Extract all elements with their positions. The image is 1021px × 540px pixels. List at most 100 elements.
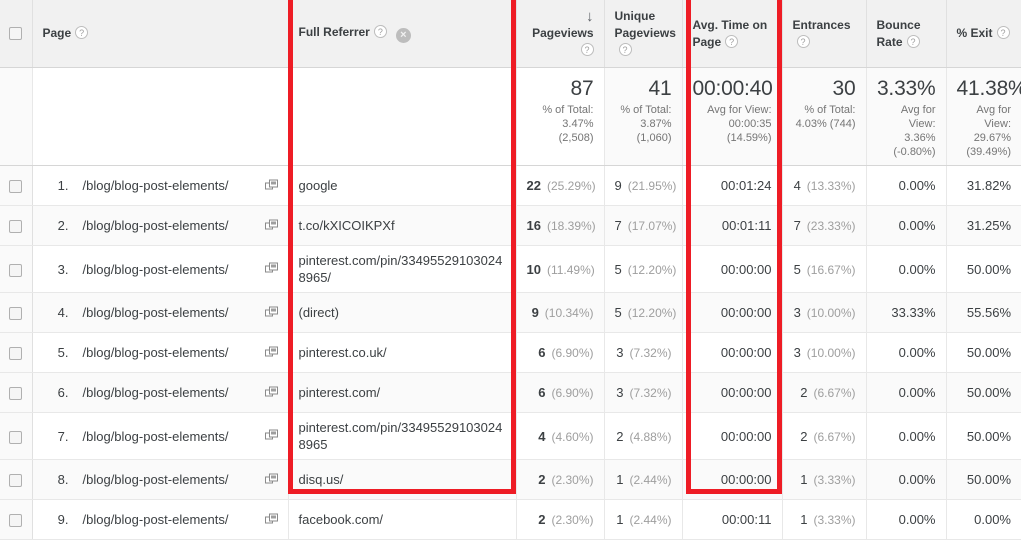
table-row[interactable]: 6. /blog/blog-post-elements/pinterest.com… [0, 372, 1021, 413]
cell-unique-pageviews: 5 (12.20%) [604, 245, 683, 293]
help-icon-full-referrer[interactable]: ? [373, 25, 387, 38]
page-path-link[interactable]: /blog/blog-post-elements/ [83, 512, 229, 527]
table-row[interactable]: 8. /blog/blog-post-elements/disq.us/2 (2.3… [0, 459, 1021, 500]
cell-page: 2. /blog/blog-post-elements/ [32, 205, 289, 246]
open-in-new-window-icon[interactable] [264, 219, 278, 232]
page-path-link[interactable]: /blog/blog-post-elements/ [83, 472, 229, 487]
row-select-cell[interactable] [0, 292, 33, 333]
row-checkbox[interactable] [9, 307, 23, 321]
help-icon-entrances[interactable]: ? [796, 34, 810, 48]
help-icon-unique-pageviews[interactable]: ? [618, 43, 632, 56]
column-header-page[interactable]: Page? [32, 0, 289, 68]
help-icon-bounce-rate[interactable]: ? [906, 34, 920, 48]
help-icon-exit-pct[interactable]: ? [996, 26, 1010, 39]
cell-avg-time-on-page: 00:00:11 [682, 499, 783, 540]
column-header-avg-time-on-page[interactable]: Avg. Time on Page? [682, 0, 783, 68]
page-path-link[interactable]: /blog/blog-post-elements/ [83, 218, 229, 233]
row-checkbox[interactable] [9, 220, 23, 234]
help-icon-pageviews[interactable]: ? [580, 43, 594, 56]
row-checkbox[interactable] [9, 430, 23, 444]
cell-full-referrer[interactable]: (direct) [288, 292, 517, 333]
row-checkbox[interactable] [9, 263, 23, 277]
cell-full-referrer[interactable]: t.co/kXICOIKPXf [288, 205, 517, 246]
select-all-checkbox[interactable] [9, 27, 23, 41]
row-select-cell[interactable] [0, 372, 33, 413]
column-header-unique-pageviews[interactable]: Unique Pageviews ? [604, 0, 683, 68]
row-select-cell[interactable] [0, 459, 33, 500]
select-all-header[interactable] [0, 0, 33, 68]
cell-full-referrer[interactable]: pinterest.co.uk/ [288, 332, 517, 373]
row-checkbox[interactable] [9, 347, 23, 361]
column-header-page-label: Page [42, 26, 72, 40]
page-path-link[interactable]: /blog/blog-post-elements/ [83, 178, 229, 193]
column-header-full-referrer-label: Full Referrer [298, 25, 370, 39]
table-row[interactable]: 9. /blog/blog-post-elements/facebook.com/… [0, 499, 1021, 540]
unique-pageviews-percent: (2.44%) [629, 473, 672, 487]
cell-full-referrer[interactable]: facebook.com/ [288, 499, 517, 540]
row-select-cell[interactable] [0, 165, 33, 206]
open-in-new-window-button[interactable] [264, 386, 278, 399]
open-in-new-window-button[interactable] [264, 429, 278, 443]
row-select-cell[interactable] [0, 332, 33, 373]
column-header-exit-pct[interactable]: % Exit? [946, 0, 1021, 68]
remove-dimension-icon[interactable]: × [395, 28, 411, 43]
cell-exit-pct: 31.82% [946, 165, 1021, 206]
cell-avg-time-on-page: 00:00:00 [682, 292, 783, 333]
table-row[interactable]: 1. /blog/blog-post-elements/google 22 (25.2… [0, 165, 1021, 206]
cell-full-referrer[interactable]: pinterest.com/ [288, 372, 517, 413]
open-in-new-window-icon[interactable] [264, 346, 278, 359]
row-select-cell[interactable] [0, 412, 33, 460]
exit-pct-value: 31.82% [966, 178, 1011, 193]
row-checkbox[interactable] [9, 514, 23, 528]
table-row[interactable]: 3. /blog/blog-post-elements/pinterest.com… [0, 245, 1021, 293]
cell-page: 5. /blog/blog-post-elements/ [32, 332, 289, 373]
column-header-pageviews[interactable]: ↓ Pageviews ? [516, 0, 605, 68]
open-in-new-window-icon[interactable] [264, 262, 278, 276]
open-in-new-window-icon[interactable] [264, 429, 278, 443]
entrances-percent: (3.33%) [813, 513, 856, 527]
table-row[interactable]: 5. /blog/blog-post-elements/pinterest.co.… [0, 332, 1021, 373]
open-in-new-window-button[interactable] [264, 306, 278, 319]
bounce-rate-value: 0.00% [898, 345, 936, 360]
sort-descending-icon[interactable]: ↓ [586, 8, 594, 25]
table-row[interactable]: 2. /blog/blog-post-elements/t.co/kXICOIKP… [0, 205, 1021, 246]
page-path-link[interactable]: /blog/blog-post-elements/ [83, 262, 229, 277]
table-row[interactable]: 7. /blog/blog-post-elements/pinterest.com… [0, 412, 1021, 460]
cell-full-referrer[interactable]: pinterest.com/pin/334955291030248965 [288, 412, 517, 460]
page-path-link[interactable]: /blog/blog-post-elements/ [83, 429, 229, 444]
row-select-cell[interactable] [0, 499, 33, 540]
page-path-link[interactable]: /blog/blog-post-elements/ [83, 385, 229, 400]
row-select-cell[interactable] [0, 205, 33, 246]
analytics-data-table: Page? Full Referrer? × ↓ Pageviews ? Uniq… [0, 0, 1021, 540]
page-path-link[interactable]: /blog/blog-post-elements/ [83, 305, 229, 320]
column-header-bounce-rate[interactable]: Bounce Rate? [866, 0, 947, 68]
open-in-new-window-button[interactable] [264, 262, 278, 276]
avg-time-value: 00:00:00 [720, 305, 772, 320]
cell-full-referrer[interactable]: pinterest.com/pin/334955291030248965/ [288, 245, 517, 293]
summary-row: 87 % of Total: 3.47% (2,508) 41 % of Tot… [0, 67, 1021, 166]
open-in-new-window-icon[interactable] [264, 179, 278, 192]
table-row[interactable]: 4. /blog/blog-post-elements/ (direct) 9 (10.… [0, 292, 1021, 333]
row-checkbox[interactable] [9, 180, 23, 194]
open-in-new-window-button[interactable] [264, 473, 278, 486]
open-in-new-window-icon[interactable] [264, 386, 278, 399]
open-in-new-window-button[interactable] [264, 513, 278, 526]
page-path-link[interactable]: /blog/blog-post-elements/ [83, 345, 229, 360]
summary-full-referrer-cell [288, 67, 517, 166]
column-header-entrances[interactable]: Entrances ? [782, 0, 867, 68]
row-select-cell[interactable] [0, 245, 33, 293]
row-checkbox[interactable] [9, 387, 23, 401]
column-header-full-referrer[interactable]: Full Referrer? × [288, 0, 517, 68]
cell-full-referrer[interactable]: google [288, 165, 517, 206]
open-in-new-window-button[interactable] [264, 179, 278, 192]
help-icon-avg-time[interactable]: ? [725, 34, 739, 48]
open-in-new-window-icon[interactable] [264, 473, 278, 486]
open-in-new-window-button[interactable] [264, 346, 278, 359]
help-icon-page[interactable]: ? [75, 26, 89, 39]
row-checkbox[interactable] [9, 474, 23, 488]
unique-pageviews-percent: (4.88%) [629, 429, 672, 444]
open-in-new-window-icon[interactable] [264, 306, 278, 319]
cell-full-referrer[interactable]: disq.us/ [288, 459, 517, 500]
open-in-new-window-button[interactable] [264, 219, 278, 232]
open-in-new-window-icon[interactable] [264, 513, 278, 526]
